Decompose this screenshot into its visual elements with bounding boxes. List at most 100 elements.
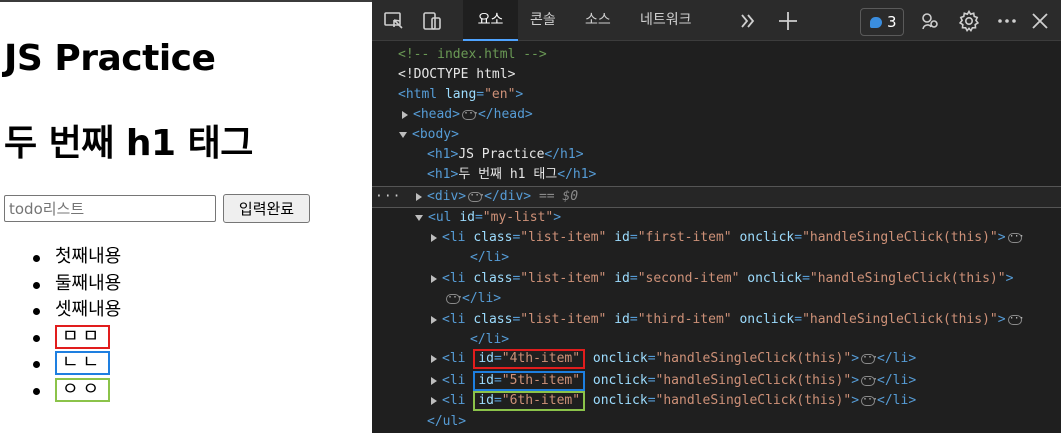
collapsed-ellipsis-icon[interactable] [1007,309,1023,329]
expand-arrow-icon[interactable] [416,192,422,201]
dom-doctype[interactable]: <!DOCTYPE html> [372,65,1061,85]
todo-input[interactable] [4,195,216,222]
customize-icon[interactable] [918,9,942,33]
tag-text: </head> [477,107,533,122]
dom-li-close[interactable]: </li> [372,330,1061,350]
expand-arrow-icon[interactable] [431,315,437,324]
list-item[interactable]: ㅁㅁ [0,324,121,351]
dom-html[interactable]: <html lang="en"> [372,85,1061,105]
dom-li[interactable]: <li class="list-item" id="second-item" o… [372,269,1061,289]
tag-text: <li [442,271,474,286]
add-tab-icon[interactable] [776,9,800,33]
tab-elements[interactable]: 요소 [463,0,518,41]
attr-name: lang [444,87,477,102]
dom-li[interactable]: <li id="6th-item" onclick="handleSingleC… [372,390,1061,411]
dom-comment[interactable]: <!-- index.html --> [372,45,1061,65]
page-preview: JS Practice 두 번째 h1 태그 입력완료 첫째내용 둘째내용 셋째… [0,0,372,433]
tag-text: </li> [877,373,917,388]
close-icon[interactable] [1028,9,1052,33]
dom-li[interactable]: <li class="list-item" id="first-item" on… [372,227,1061,248]
tag-text: > [851,351,860,366]
settings-gear-icon[interactable] [957,9,981,33]
tag-text: <ul [428,210,460,225]
collapsed-ellipsis-icon[interactable] [1007,227,1023,247]
eq-sign: = [629,271,638,286]
dom-ul[interactable]: <ul id="my-list"> [372,208,1061,228]
expand-arrow-icon[interactable] [431,376,437,385]
highlight-box-red: id="4th-item" [473,349,586,369]
attr-name: class [473,271,513,286]
dom-li[interactable]: <li id="5th-item" onclick="handleSingleC… [372,370,1061,391]
list-item[interactable]: 둘째내용 [0,271,121,298]
expand-arrow-icon[interactable] [402,110,408,119]
tab-console[interactable]: 콘솔 [530,0,556,41]
dom-li[interactable]: <li id="4th-item" onclick="handleSingleC… [372,348,1061,369]
page-heading-2: 두 번째 h1 태그 [4,123,253,164]
collapsed-ellipsis-icon[interactable] [468,186,483,206]
collapse-arrow-icon[interactable] [415,214,423,221]
tag-text: <li [442,393,474,408]
dom-ul-close[interactable]: </ul> [372,412,1061,432]
collapse-arrow-icon[interactable] [399,131,407,138]
collapsed-ellipsis-icon[interactable] [861,370,876,390]
attr-value: "second-item" [637,271,740,286]
todo-list: 첫째내용 둘째내용 셋째내용 ㅁㅁ ㄴㄴ ㅇㅇ [0,244,121,403]
attr-name: onclick [592,393,648,408]
inspect-element-icon[interactable] [382,9,406,33]
list-item[interactable]: ㅇㅇ [0,377,121,404]
attr-name: id [478,373,494,388]
issues-badge[interactable]: 3 [860,8,904,36]
list-item[interactable]: ㄴㄴ [0,350,121,377]
node-text: JS Practice [458,147,545,162]
collapsed-ellipsis-icon[interactable] [461,104,477,124]
tag-text: <div> [427,189,467,204]
attr-value: "first-item" [637,230,732,245]
collapsed-ellipsis-icon[interactable] [446,288,461,308]
list-item[interactable]: 셋째내용 [0,297,121,324]
attr-name: class [473,230,513,245]
tag-text: <li [442,230,474,245]
submit-button[interactable]: 입력완료 [223,194,310,223]
attr-value: "third-item" [637,312,732,327]
attr-value: "handleSingleClick(this)" [802,312,998,327]
list-item[interactable]: 첫째내용 [0,244,121,271]
device-emulation-icon[interactable] [420,9,444,33]
collapsed-ellipsis-icon[interactable] [861,390,876,410]
tag-text: > [997,312,1006,327]
attr-value: "handleSingleClick(this)" [655,393,852,408]
devtools-panel: 요소 콘솔 소스 네트워크 3 <!-- index.html --> <!DO… [372,0,1061,433]
expand-arrow-icon[interactable] [431,233,437,242]
highlight-box-blue: ㄴㄴ [55,351,111,375]
node-text: 두 번째 h1 태그 [458,167,558,182]
dom-h1[interactable]: <h1>두 번째 h1 태그</h1> [372,165,1061,185]
dom-head[interactable]: <head> </head> [372,104,1061,125]
more-tabs-icon[interactable] [736,9,760,33]
tag-text: </li> [877,393,917,408]
tab-network[interactable]: 네트워크 [640,0,692,41]
dom-div-selected[interactable]: ··· <div> </div> == $0 [372,186,1061,208]
dom-li-close[interactable]: </li> [372,248,1061,268]
tag-text: </li> [470,332,510,347]
attr-name: id [478,393,494,408]
dom-body[interactable]: <body> [372,125,1061,145]
dom-li-close[interactable]: </li> [372,288,1061,309]
attr-name: onclick [739,230,795,245]
expand-arrow-icon[interactable] [431,274,437,283]
eq-sign: = [647,351,656,366]
dom-li[interactable]: <li class="list-item" id="third-item" on… [372,309,1061,330]
attr-name: onclick [739,312,795,327]
tag-text: <h1> [427,147,459,162]
highlight-box-blue: id="5th-item" [473,371,586,391]
attr-value: "en" [484,87,516,102]
expand-arrow-icon[interactable] [431,354,437,363]
attr-name: onclick [747,271,803,286]
expand-arrow-icon[interactable] [431,396,437,405]
eq-sign: = [493,373,502,388]
more-options-icon[interactable] [995,9,1019,33]
tab-sources[interactable]: 소스 [585,0,611,41]
collapsed-ellipsis-icon[interactable] [861,348,876,368]
tag-text: <head> [413,107,460,122]
dom-h1[interactable]: <h1>JS Practice</h1> [372,145,1061,165]
page-heading-1: JS Practice [4,38,216,79]
row-menu-icon[interactable]: ··· [375,187,401,207]
